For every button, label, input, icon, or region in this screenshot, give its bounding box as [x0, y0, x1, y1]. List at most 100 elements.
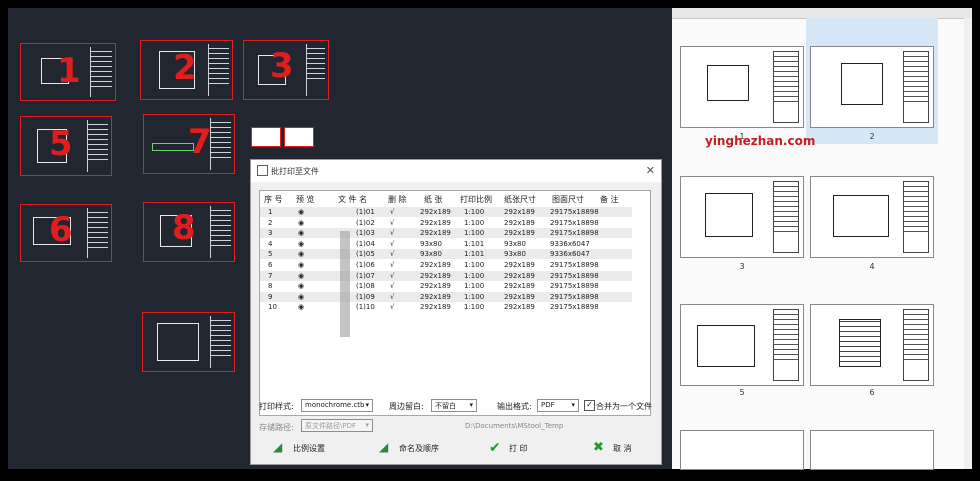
cell-no: 9: [268, 292, 273, 301]
print-button[interactable]: ✔ 打 印: [489, 440, 549, 456]
page-number: 4: [869, 262, 875, 271]
margin-select[interactable]: 不留白 ▾: [431, 399, 477, 412]
cell-psize: 292x189: [504, 292, 535, 301]
preview-eye-icon[interactable]: ◉: [298, 303, 304, 311]
cell-del[interactable]: √: [390, 282, 394, 290]
sheet-number: 3: [270, 46, 294, 86]
table-row[interactable]: 8 ◉ (1)08 √ 292x189 1:100 292x189 29175x18898: [260, 281, 632, 291]
preview-eye-icon[interactable]: ◉: [298, 282, 304, 290]
cell-del[interactable]: √: [390, 229, 394, 237]
drawing-sheet[interactable]: 3: [243, 40, 329, 100]
app-icon: [257, 165, 268, 176]
preview-eye-icon[interactable]: ◉: [298, 293, 304, 301]
mini-sheet[interactable]: [251, 127, 281, 147]
path-select[interactable]: 原文件路径\PDF ▾: [301, 419, 373, 432]
cell-no: 3: [268, 229, 273, 238]
cell-del[interactable]: √: [390, 293, 394, 301]
cell-psize: 292x189: [504, 261, 535, 269]
page-thumbnail[interactable]: [810, 430, 934, 470]
scale-settings-label: 比例设置: [293, 444, 325, 453]
cell-file: (1)07: [356, 271, 375, 280]
cell-psize: 292x189: [504, 218, 535, 227]
page-thumbnail[interactable]: [680, 430, 804, 470]
format-select[interactable]: PDF ▾: [537, 399, 579, 412]
rename-order-button[interactable]: ◢ 命名及顺序: [379, 440, 469, 456]
cell-del[interactable]: √: [390, 303, 394, 311]
cell-dsize: 29175x18898: [550, 261, 599, 269]
page-thumbnail[interactable]: [810, 46, 934, 128]
preview-eye-icon[interactable]: ◉: [298, 208, 304, 216]
cell-scale: 1:100: [464, 208, 485, 216]
table-row[interactable]: 1 ◉ (1)01 √ 292x189 1:100 292x189 29175x18898: [260, 207, 632, 217]
cell-scale: 1:100: [464, 282, 485, 291]
cell-del[interactable]: √: [390, 219, 394, 227]
cell-paper: 292x189: [420, 271, 451, 280]
margin-label: 周边留白:: [389, 402, 424, 411]
path-label: 存储路径:: [259, 423, 294, 432]
drawing-sheet[interactable]: 7: [143, 114, 235, 174]
close-icon[interactable]: ✕: [646, 164, 655, 177]
cancel-button[interactable]: ✖ 取 消: [593, 440, 653, 456]
table-row[interactable]: 2 ◉ (1)02 √ 292x189 1:100 292x189 29175x18898: [260, 218, 632, 228]
table-row[interactable]: 7 ◉ (1)07 √ 292x189 1:100 292x189 29175x18898: [260, 270, 632, 281]
chevron-down-icon: ▾: [469, 401, 473, 409]
mini-sheet[interactable]: [284, 127, 314, 147]
table-row[interactable]: 5 ◉ (1)05 √ 93x80 1:101 93x80 9336x6047: [260, 249, 632, 260]
drawing-sheet[interactable]: 5: [20, 116, 112, 176]
table-row[interactable]: 4 ◉ (1)04 √ 93x80 1:101 93x80 9336x6047: [260, 239, 632, 249]
cell-dsize: 29175x18898: [550, 208, 599, 216]
table-row[interactable]: 6 ◉ (1)06 √ 292x189 1:100 292x189 29175x18898: [260, 260, 632, 270]
preview-eye-icon[interactable]: ◉: [298, 272, 304, 280]
file-table[interactable]: 序 号 预 览 文 件 名 删 除 纸 张 打印比例 纸张尺寸 图面尺寸 备 注…: [259, 190, 651, 416]
preview-eye-icon[interactable]: ◉: [298, 240, 304, 248]
scale-settings-button[interactable]: ◢ 比例设置: [273, 440, 353, 456]
cell-paper: 292x189: [420, 303, 451, 312]
page-thumbnail[interactable]: [680, 304, 804, 386]
drawing-sheet[interactable]: 1: [20, 43, 116, 101]
cell-paper: 93x80: [420, 250, 442, 259]
cell-no: 8: [268, 282, 273, 291]
title-block: [903, 51, 929, 123]
scale-icon: ◢: [273, 440, 283, 454]
cell-file: (1)10: [356, 303, 375, 312]
cell-del[interactable]: √: [390, 272, 394, 280]
page-thumbnail[interactable]: [680, 176, 804, 258]
cell-file: (1)02: [356, 218, 375, 227]
cell-paper: 292x189: [420, 208, 451, 216]
print-style-select[interactable]: monochrome.ctb ▾: [301, 399, 373, 412]
cell-del[interactable]: √: [390, 208, 394, 216]
preview-eye-icon[interactable]: ◉: [298, 250, 304, 258]
cell-dsize: 9336x6047: [550, 250, 590, 259]
cell-scale: 1:100: [464, 229, 485, 238]
title-block: [210, 206, 231, 258]
cell-dsize: 29175x18898: [550, 282, 599, 291]
drawing-sheet[interactable]: 2: [140, 40, 233, 100]
cell-no: 1: [268, 208, 273, 216]
preview-eye-icon[interactable]: ◉: [298, 219, 304, 227]
page-thumbnail[interactable]: [680, 46, 804, 128]
cross-icon: ✖: [593, 440, 604, 455]
cell-dsize: 29175x18898: [550, 292, 599, 301]
page-thumbnail[interactable]: [810, 176, 934, 258]
drawing-sheet[interactable]: 6: [20, 204, 112, 262]
cell-file: (1)03: [356, 229, 375, 238]
cell-psize: 292x189: [504, 303, 535, 312]
preview-eye-icon[interactable]: ◉: [298, 261, 304, 269]
merge-checkbox[interactable]: ✓: [584, 400, 595, 411]
table-row[interactable]: 9 ◉ (1)09 √ 292x189 1:100 292x189 29175x18898: [260, 291, 632, 302]
drawing-sheet[interactable]: [142, 312, 235, 372]
preview-eye-icon[interactable]: ◉: [298, 229, 304, 237]
cell-del[interactable]: √: [390, 240, 394, 248]
title-block: [209, 316, 231, 368]
table-row[interactable]: 10 ◉ (1)10 √ 292x189 1:100 292x189 29175x18898: [260, 302, 632, 312]
rename-icon: ◢: [379, 440, 389, 454]
title-block: [903, 181, 929, 253]
floor-plan: [707, 65, 749, 101]
cell-file: (1)09: [356, 292, 375, 301]
cell-del[interactable]: √: [390, 261, 394, 269]
table-row[interactable]: 3 ◉ (1)03 √ 292x189 1:100 292x189 29175x18898: [260, 228, 632, 239]
page-thumbnail[interactable]: [810, 304, 934, 386]
scrollbar[interactable]: [964, 18, 972, 469]
drawing-sheet[interactable]: 8: [143, 202, 235, 262]
cell-del[interactable]: √: [390, 250, 394, 258]
